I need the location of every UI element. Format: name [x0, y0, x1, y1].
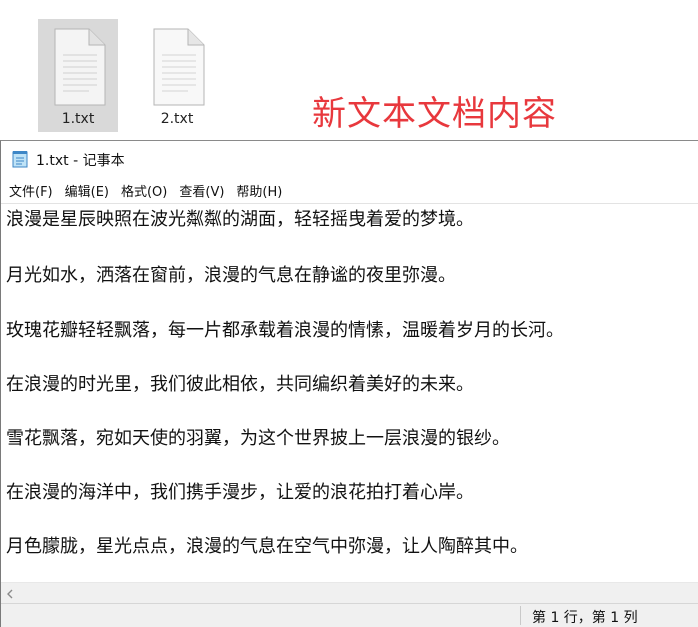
- title-bar[interactable]: 1.txt - 记事本: [1, 141, 698, 177]
- menu-bar: 文件(F) 编辑(E) 格式(O) 查看(V) 帮助(H): [1, 178, 698, 202]
- text-line: 月色朦胧，星光点点，浪漫的气息在空气中弥漫，让人陶醉其中。: [6, 536, 528, 557]
- window-title: 1.txt - 记事本: [36, 153, 125, 169]
- text-line: 玫瑰花瓣轻轻飘落，每一片都承载着浪漫的情愫，温暖着岁月的长河。: [6, 320, 564, 341]
- text-file-icon: [153, 28, 205, 106]
- file-name-2: 2.txt: [160, 111, 194, 127]
- text-line: 在浪漫的海洋中，我们携手漫步，让爱的浪花拍打着心岸。: [6, 482, 474, 503]
- annotation-label: 新文本文档内容: [312, 94, 557, 134]
- file-tile-1[interactable]: 1.txt: [38, 19, 118, 132]
- menu-help[interactable]: 帮助(H): [236, 179, 282, 202]
- file-name-1: 1.txt: [61, 111, 95, 127]
- menu-view[interactable]: 查看(V): [179, 179, 224, 202]
- cursor-position: 第 1 行，第 1 列: [532, 610, 638, 626]
- status-bar: 第 1 行，第 1 列: [1, 603, 698, 627]
- file-explorer-view: 1.txt 2.txt 新文本文档内容: [0, 0, 698, 140]
- notepad-window: 1.txt - 记事本 文件(F) 编辑(E) 格式(O) 查看(V) 帮助(H…: [0, 140, 698, 627]
- text-editor-area[interactable]: 浪漫是星辰映照在波光粼粼的湖面，轻轻摇曳着爱的梦境。 月光如水，洒落在窗前，浪漫…: [1, 203, 698, 582]
- menu-format[interactable]: 格式(O): [121, 179, 167, 202]
- menu-file[interactable]: 文件(F): [9, 179, 53, 202]
- text-line: 浪漫是星辰映照在波光粼粼的湖面，轻轻摇曳着爱的梦境。: [6, 209, 474, 230]
- menu-edit[interactable]: 编辑(E): [65, 179, 109, 202]
- status-separator: [520, 606, 521, 625]
- file-tile-2[interactable]: 2.txt: [137, 19, 217, 132]
- horizontal-scrollbar[interactable]: [1, 582, 698, 605]
- text-line: 月光如水，洒落在窗前，浪漫的气息在静谧的夜里弥漫。: [6, 265, 456, 286]
- text-file-icon: [54, 28, 106, 106]
- scroll-left-icon[interactable]: [5, 589, 15, 599]
- notepad-icon: [12, 151, 28, 168]
- text-line: 在浪漫的时光里，我们彼此相依，共同编织着美好的未来。: [6, 374, 474, 395]
- text-line: 雪花飘落，宛如天使的羽翼，为这个世界披上一层浪漫的银纱。: [6, 428, 510, 449]
